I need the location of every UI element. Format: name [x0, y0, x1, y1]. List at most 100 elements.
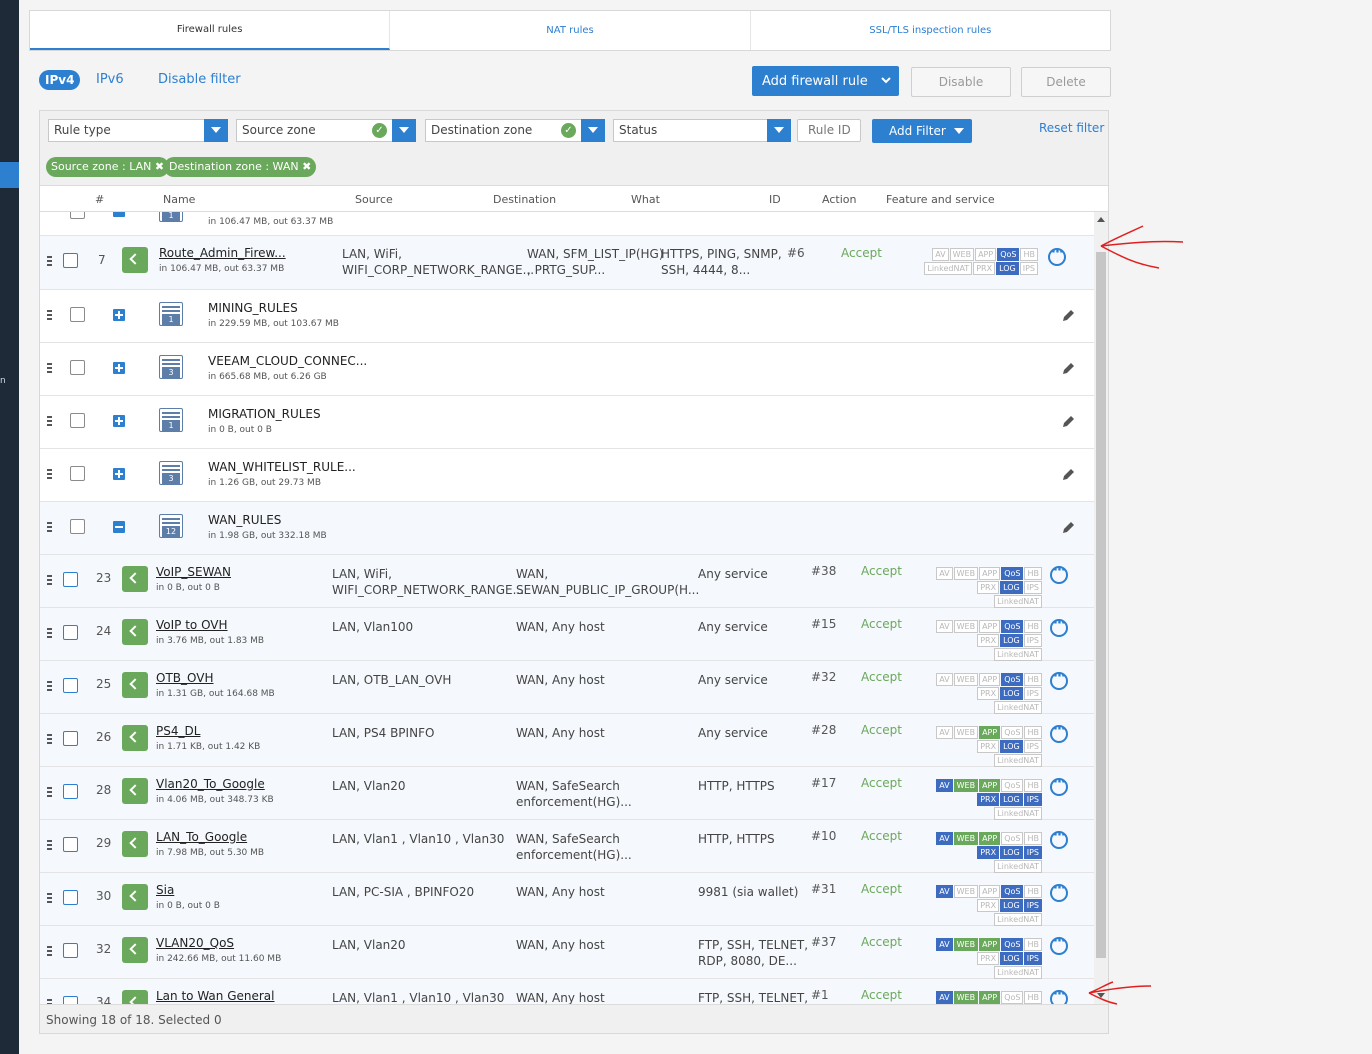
- row-checkbox[interactable]: [70, 212, 85, 219]
- rule-name-link[interactable]: Route_Admin_Firew...: [159, 246, 286, 260]
- row-checkbox[interactable]: [63, 572, 78, 587]
- row-checkbox[interactable]: [63, 943, 78, 958]
- edit-icon[interactable]: [1061, 309, 1075, 323]
- delete-button[interactable]: Delete: [1021, 67, 1111, 97]
- drag-handle-icon[interactable]: [47, 840, 52, 850]
- rule-name-link[interactable]: VoIP to OVH: [156, 618, 228, 632]
- filter-chip-destination-zone[interactable]: Destination zone : WAN ✖: [164, 157, 317, 177]
- drag-handle-icon[interactable]: [47, 522, 52, 532]
- expand-icon[interactable]: [113, 468, 125, 480]
- left-nav-selected-item[interactable]: [0, 162, 19, 188]
- tab-nat-rules[interactable]: NAT rules: [390, 11, 751, 50]
- row-checkbox[interactable]: [63, 784, 78, 799]
- close-icon[interactable]: ✖: [302, 160, 311, 173]
- destination-zone-select[interactable]: Destination zone ✓: [425, 119, 605, 142]
- table-row[interactable]: 30 Sia in 0 B, out 0 B LAN, PC-SIA , BPINFO…: [40, 873, 1094, 926]
- more-options-icon[interactable]: [1050, 616, 1068, 637]
- source-zone-select[interactable]: Source zone ✓: [236, 119, 416, 142]
- group-row[interactable]: 3 VEEAM_CLOUD_CONNEC... in 665.68 MB, out …: [40, 343, 1094, 396]
- more-options-icon[interactable]: [1050, 881, 1068, 902]
- edit-icon[interactable]: [1061, 468, 1075, 482]
- reset-filter-link[interactable]: Reset filter: [1039, 121, 1104, 135]
- chevron-down-icon[interactable]: [581, 119, 605, 142]
- table-row[interactable]: 25 OTB_OVH in 1.31 GB, out 164.68 MB LAN, O…: [40, 661, 1094, 714]
- col-name[interactable]: Name: [163, 193, 195, 206]
- row-checkbox[interactable]: [63, 837, 78, 852]
- rule-name-link[interactable]: VLAN20_QoS: [156, 936, 234, 950]
- status-select[interactable]: Status: [613, 119, 791, 142]
- row-checkbox[interactable]: [63, 890, 78, 905]
- ipv4-toggle[interactable]: IPv4: [39, 70, 81, 90]
- expand-icon[interactable]: [113, 415, 125, 427]
- col-num[interactable]: #: [95, 193, 104, 206]
- more-options-icon[interactable]: [1048, 245, 1066, 266]
- chevron-down-icon[interactable]: [204, 119, 228, 142]
- table-row[interactable]: 26 PS4_DL in 1.71 KB, out 1.42 KB LAN, PS4 …: [40, 714, 1094, 767]
- collapse-icon[interactable]: [113, 521, 125, 533]
- drag-handle-icon[interactable]: [47, 575, 52, 585]
- more-options-icon[interactable]: [1050, 669, 1068, 690]
- more-options-icon[interactable]: [1050, 828, 1068, 849]
- group-row[interactable]: 1 MINING_RULES in 229.59 MB, out 103.67 MB: [40, 290, 1094, 343]
- more-options-icon[interactable]: [1050, 722, 1068, 743]
- scroll-thumb[interactable]: [1096, 252, 1106, 958]
- table-row[interactable]: 7 Route_Admin_Firew... in 106.47 MB, out…: [40, 236, 1094, 290]
- ipv6-toggle[interactable]: IPv6: [96, 72, 124, 87]
- drag-handle-icon[interactable]: [47, 363, 52, 373]
- rule-name-link[interactable]: LAN_To_Google: [156, 830, 247, 844]
- col-feature-service[interactable]: Feature and service: [886, 193, 995, 206]
- col-destination[interactable]: Destination: [493, 193, 556, 206]
- drag-handle-icon[interactable]: [47, 256, 52, 266]
- row-checkbox[interactable]: [70, 413, 85, 428]
- group-name[interactable]: WAN_WHITELIST_RULE...: [208, 460, 356, 474]
- chevron-down-icon[interactable]: [392, 119, 416, 142]
- chevron-down-icon[interactable]: [767, 119, 791, 142]
- rule-name-link[interactable]: OTB_OVH: [156, 671, 213, 685]
- row-checkbox[interactable]: [70, 307, 85, 322]
- group-name[interactable]: MINING_RULES: [208, 301, 298, 315]
- edit-icon[interactable]: [1061, 362, 1075, 376]
- row-checkbox[interactable]: [70, 466, 85, 481]
- table-row[interactable]: 23 VoIP_SEWAN in 0 B, out 0 B LAN, WiFi, WIF…: [40, 555, 1094, 608]
- more-options-icon[interactable]: [1050, 934, 1068, 955]
- chevron-down-icon[interactable]: [881, 75, 891, 85]
- group-name[interactable]: MIGRATION_RULES: [208, 407, 321, 421]
- rule-name-link[interactable]: Sia: [156, 883, 174, 897]
- group-name[interactable]: VEEAM_CLOUD_CONNEC...: [208, 354, 367, 368]
- table-row[interactable]: 24 VoIP to OVH in 3.76 MB, out 1.83 MB LAN,…: [40, 608, 1094, 661]
- table-row[interactable]: 32 VLAN20_QoS in 242.66 MB, out 11.60 MB LA…: [40, 926, 1094, 979]
- edit-icon[interactable]: [1061, 521, 1075, 535]
- expand-icon[interactable]: [113, 309, 125, 321]
- add-firewall-rule-button[interactable]: Add firewall rule: [752, 66, 899, 96]
- disable-filter-link[interactable]: Disable filter: [158, 72, 241, 87]
- more-options-icon[interactable]: [1050, 775, 1068, 796]
- expand-icon[interactable]: [113, 362, 125, 374]
- row-checkbox[interactable]: [70, 360, 85, 375]
- row-checkbox[interactable]: [63, 253, 78, 268]
- add-filter-button[interactable]: Add Filter: [872, 119, 972, 143]
- table-row[interactable]: 34 Lan to Wan General LAN, Vlan1 , Vlan10 …: [40, 979, 1094, 1004]
- drag-handle-icon[interactable]: [47, 310, 52, 320]
- disable-button[interactable]: Disable: [911, 67, 1011, 97]
- col-what[interactable]: What: [631, 193, 660, 206]
- close-icon[interactable]: ✖: [155, 160, 164, 173]
- table-row[interactable]: 28 Vlan20_To_Google in 4.06 MB, out 348.73…: [40, 767, 1094, 820]
- drag-handle-icon[interactable]: [47, 734, 52, 744]
- row-checkbox[interactable]: [63, 996, 78, 1004]
- filter-chip-source-zone[interactable]: Source zone : LAN ✖: [46, 157, 170, 177]
- drag-handle-icon[interactable]: [47, 469, 52, 479]
- group-row[interactable]: 1 MIGRATION_RULES in 0 B, out 0 B: [40, 396, 1094, 449]
- drag-handle-icon[interactable]: [47, 787, 52, 797]
- col-id[interactable]: ID: [769, 193, 781, 206]
- group-row[interactable]: 3 WAN_WHITELIST_RULE... in 1.26 GB, out 29…: [40, 449, 1094, 502]
- col-source[interactable]: Source: [355, 193, 393, 206]
- row-checkbox[interactable]: [63, 625, 78, 640]
- table-row[interactable]: 29 LAN_To_Google in 7.98 MB, out 5.30 MB LA…: [40, 820, 1094, 873]
- rule-name-link[interactable]: PS4_DL: [156, 724, 200, 738]
- rule-name-link[interactable]: Vlan20_To_Google: [156, 777, 265, 791]
- tab-firewall-rules[interactable]: Firewall rules: [30, 11, 391, 50]
- more-options-icon[interactable]: [1050, 987, 1068, 1004]
- row-checkbox[interactable]: [70, 519, 85, 534]
- group-row[interactable]: 12 WAN_RULES in 1.98 GB, out 332.18 MB: [40, 502, 1094, 555]
- collapse-icon[interactable]: [113, 212, 125, 217]
